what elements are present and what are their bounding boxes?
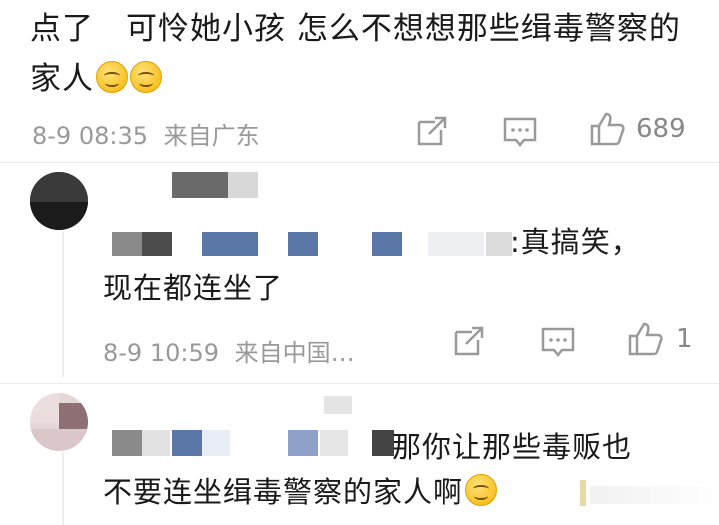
reply-thread-line (62, 232, 64, 377)
redacted-mark (580, 480, 586, 506)
redacted-mention (172, 430, 202, 456)
smile-emoji-icon (130, 61, 162, 93)
reply-body: 不要连坐缉毒警察的家人啊 (103, 475, 464, 509)
thumbs-up-icon (628, 322, 663, 356)
redacted-mention (142, 232, 172, 256)
redacted-username (324, 396, 352, 414)
comment-text: 点了 可怜她小孩 怎么不想想那些缉毒警察的家人 (30, 4, 710, 104)
redacted-mention (428, 232, 484, 256)
redacted-username (172, 172, 228, 198)
like-count: 689 (636, 114, 686, 144)
like-button[interactable]: 1 (626, 320, 693, 358)
redacted-mention (142, 430, 170, 456)
comment-body: 点了 可怜她小孩 怎么不想想那些缉毒警察的家人 (30, 11, 681, 97)
reply-text-line2: 不要连坐缉毒警察的家人啊 (103, 470, 498, 514)
share-icon (454, 326, 484, 356)
divider (0, 162, 719, 163)
smile-emoji-icon (96, 61, 128, 93)
comment-meta: 8-9 08:35 来自广东 (32, 116, 260, 151)
redacted-mention (320, 430, 348, 456)
divider (0, 383, 719, 384)
redacted-mention (112, 232, 142, 256)
redacted-mention (372, 232, 402, 256)
share-button[interactable] (452, 324, 486, 362)
reply-timestamp: 8-9 10:59 (103, 339, 219, 367)
redacted-mark (590, 486, 719, 504)
smile-emoji-icon (465, 474, 498, 506)
redacted-mention (112, 430, 142, 456)
redacted-mention (202, 232, 258, 256)
redacted-mention (288, 430, 318, 456)
thumbs-up-icon (590, 112, 625, 146)
reply-meta: 8-9 10:59 来自中国… (103, 333, 355, 368)
redacted-mention (486, 232, 512, 256)
like-button[interactable]: 689 (588, 110, 686, 148)
comment-button[interactable] (540, 324, 576, 364)
avatar[interactable] (30, 172, 88, 230)
comment-icon (503, 117, 537, 148)
like-count: 1 (676, 324, 693, 354)
redacted-username (228, 172, 258, 198)
comment-source: 来自广东 (163, 122, 260, 150)
reply-source: 来自中国… (234, 339, 355, 367)
avatar[interactable] (30, 393, 88, 451)
reply-text-line1: 那你让那些毒贩也 (392, 430, 633, 464)
redacted-mention (372, 430, 394, 456)
share-button[interactable] (415, 114, 449, 152)
reply-text-line1: :真搞笑， (510, 225, 641, 259)
redacted-mention (288, 232, 318, 256)
comment-timestamp: 8-9 08:35 (32, 122, 148, 150)
comment-icon (541, 327, 575, 358)
reply-thread-line (62, 452, 64, 525)
share-icon (417, 116, 447, 146)
reply-text-line2: 现在都连坐了 (103, 271, 284, 305)
redacted-mention (202, 430, 230, 456)
comment-button[interactable] (502, 114, 538, 154)
